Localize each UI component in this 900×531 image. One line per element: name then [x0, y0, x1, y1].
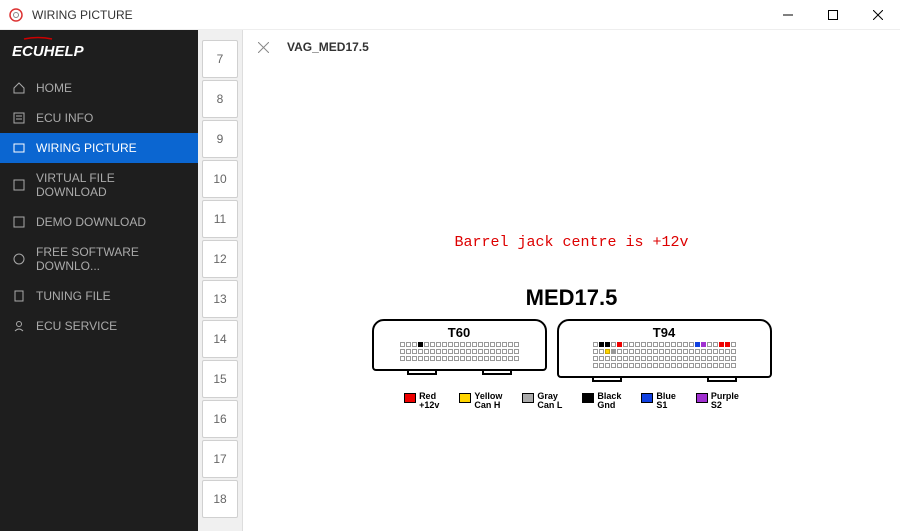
list-item[interactable]: 16 — [202, 400, 238, 438]
sidebar-item-label: ECU INFO — [36, 111, 93, 125]
barrel-jack-note: Barrel jack centre is +12v — [243, 234, 900, 251]
swatch-blue — [641, 393, 653, 403]
legend: Red+12v YellowCan H GrayCan L BlackGnd B… — [243, 392, 900, 410]
sidebar-item-label: HOME — [36, 81, 72, 95]
chip-title: MED17.5 — [243, 285, 900, 311]
document-title: VAG_MED17.5 — [287, 40, 369, 54]
sidebar-item-label: DEMO DOWNLOAD — [36, 215, 146, 229]
picture-icon — [12, 141, 26, 155]
swatch-purple — [696, 393, 708, 403]
list-item[interactable]: 8 — [202, 80, 238, 118]
list-item[interactable]: 11 — [202, 200, 238, 238]
list-item[interactable]: 15 — [202, 360, 238, 398]
info-icon — [12, 111, 26, 125]
sidebar-item-label: ECU SERVICE — [36, 319, 117, 333]
content-area: VAG_MED17.5 Barrel jack centre is +12v M… — [243, 30, 900, 531]
sidebar-item-free-software-download[interactable]: FREE SOFTWARE DOWNLO... — [0, 237, 198, 281]
sidebar-item-label: VIRTUAL FILE DOWNLOAD — [36, 171, 186, 199]
list-item[interactable]: 17 — [202, 440, 238, 478]
logo-text: ECUHELP — [12, 43, 85, 60]
sidebar-item-tuning-file[interactable]: TUNING FILE — [0, 281, 198, 311]
close-document-button[interactable] — [255, 39, 271, 55]
swatch-red — [404, 393, 416, 403]
sidebar-item-wiring-picture[interactable]: WIRING PICTURE — [0, 133, 198, 163]
list-item[interactable]: 9 — [202, 120, 238, 158]
maximize-button[interactable] — [810, 0, 855, 30]
connector-t60: T60 — [372, 319, 547, 382]
list-item[interactable]: 13 — [202, 280, 238, 318]
home-icon — [12, 81, 26, 95]
sidebar-item-label: FREE SOFTWARE DOWNLO... — [36, 245, 186, 273]
legend-item-yellow: YellowCan H — [459, 392, 502, 410]
connector-label: T94 — [567, 325, 762, 340]
sidebar-item-demo-download[interactable]: DEMO DOWNLOAD — [0, 207, 198, 237]
software-icon — [12, 252, 26, 266]
sidebar-item-home[interactable]: HOME — [0, 73, 198, 103]
service-icon — [12, 319, 26, 333]
minimize-button[interactable] — [765, 0, 810, 30]
legend-item-red: Red+12v — [404, 392, 439, 410]
tuning-icon — [12, 289, 26, 303]
list-item[interactable]: 10 — [202, 160, 238, 198]
wiring-diagram: Barrel jack centre is +12v MED17.5 T60 T… — [243, 64, 900, 531]
demo-icon — [12, 215, 26, 229]
connector-t94: T94 — [557, 319, 772, 382]
swatch-gray — [522, 393, 534, 403]
titlebar: WIRING PICTURE — [0, 0, 900, 30]
list-item[interactable]: 12 — [202, 240, 238, 278]
connectors: T60 T94 — [243, 319, 900, 382]
app-icon — [8, 7, 24, 23]
sidebar-item-virtual-file-download[interactable]: VIRTUAL FILE DOWNLOAD — [0, 163, 198, 207]
legend-item-black: BlackGnd — [582, 392, 621, 410]
legend-item-blue: BlueS1 — [641, 392, 676, 410]
swatch-yellow — [459, 393, 471, 403]
download-icon — [12, 178, 26, 192]
window-title: WIRING PICTURE — [32, 8, 765, 22]
logo: ECUHELP — [0, 30, 198, 73]
sidebar-item-ecu-service[interactable]: ECU SERVICE — [0, 311, 198, 341]
swatch-black — [582, 393, 594, 403]
legend-item-purple: PurpleS2 — [696, 392, 739, 410]
number-list: 7 8 9 10 11 12 13 14 15 16 17 18 — [198, 30, 243, 531]
list-item[interactable]: 18 — [202, 480, 238, 518]
list-item[interactable]: 14 — [202, 320, 238, 358]
content-header: VAG_MED17.5 — [243, 30, 900, 64]
sidebar-item-label: WIRING PICTURE — [36, 141, 137, 155]
list-item[interactable]: 7 — [202, 40, 238, 78]
legend-item-gray: GrayCan L — [522, 392, 562, 410]
sidebar: ECUHELP HOME ECU INFO WIRING PICTURE VIR… — [0, 30, 198, 531]
sidebar-item-label: TUNING FILE — [36, 289, 111, 303]
connector-label: T60 — [382, 325, 537, 340]
sidebar-item-ecu-info[interactable]: ECU INFO — [0, 103, 198, 133]
close-button[interactable] — [855, 0, 900, 30]
